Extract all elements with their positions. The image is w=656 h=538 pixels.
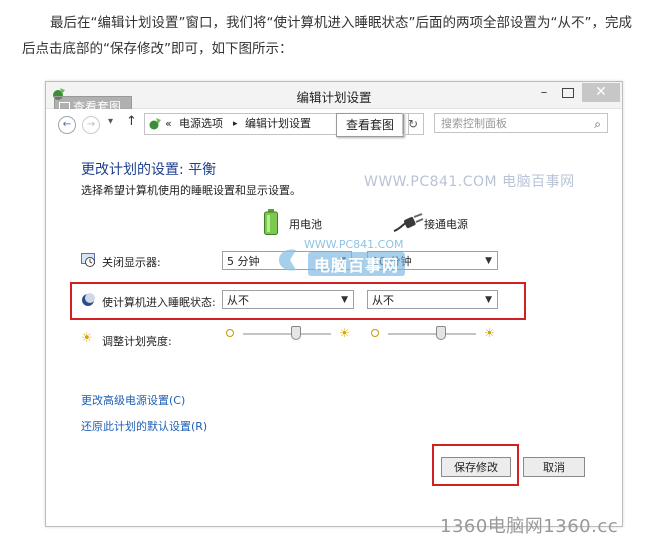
power-plug-icon	[393, 213, 424, 232]
chevron-down-icon: ▼	[485, 256, 492, 266]
search-icon: ⌕	[594, 117, 601, 131]
sleep-label: 使计算机进入睡眠状态:	[102, 296, 216, 309]
brightness-sun-icon: ☀	[81, 331, 93, 346]
brightness-high-icon: ☀	[339, 326, 350, 340]
display-battery-value: 5 分钟	[227, 255, 260, 268]
refresh-button[interactable]: ↻	[402, 113, 424, 135]
edit-plan-window: 编辑计划设置 – ✕ 查看套图 ← → ▾ ↑ « 电源选项 ▸ 编辑计划设置 …	[45, 81, 623, 527]
chevron-down-icon: ▼	[341, 295, 348, 305]
brand-logo-icon	[279, 249, 296, 271]
search-input[interactable]: 搜索控制面板 ⌕	[434, 113, 608, 133]
forward-button[interactable]: →	[82, 116, 100, 134]
brightness-low-icon	[226, 329, 234, 337]
cancel-button[interactable]: 取消	[523, 457, 585, 477]
page-title: 更改计划的设置: 平衡	[81, 162, 217, 178]
sleep-plugged-select[interactable]: 从不 ▼	[367, 290, 498, 309]
brightness-battery-track[interactable]	[243, 333, 331, 335]
brand-watermark-url: WWW.PC841.COM	[304, 238, 404, 251]
save-changes-button[interactable]: 保存修改	[441, 457, 511, 477]
sleep-plugged-value: 从不	[372, 294, 394, 307]
chevron-down-icon: ▼	[485, 295, 492, 305]
title-bar: 编辑计划设置 – ✕	[46, 82, 622, 109]
sleep-battery-value: 从不	[227, 294, 249, 307]
breadcrumb-chevrons: «	[165, 117, 172, 130]
recent-dropdown-icon[interactable]: ▾	[108, 116, 113, 127]
minimize-button[interactable]: –	[536, 85, 552, 101]
brightness-plugged-track[interactable]	[388, 333, 476, 335]
up-button[interactable]: ↑	[126, 114, 137, 129]
site-watermark: WWW.PC841.COM 电脑百事网	[364, 174, 575, 190]
sleep-battery-select[interactable]: 从不 ▼	[222, 290, 354, 309]
advanced-power-settings-link[interactable]: 更改高级电源设置(C)	[81, 392, 185, 408]
brightness-high-icon: ☀	[484, 326, 495, 340]
close-button[interactable]: ✕	[582, 83, 620, 102]
address-bar: ← → ▾ ↑ « 电源选项 ▸ 编辑计划设置 查看套图 ↻ 搜索控制面板 ⌕	[46, 109, 622, 139]
breadcrumb-separator: ▸	[233, 119, 238, 129]
search-placeholder: 搜索控制面板	[441, 117, 507, 130]
brightness-label: 调整计划亮度:	[102, 335, 172, 348]
brightness-plugged-slider[interactable]	[435, 326, 446, 340]
brightness-low-icon	[371, 329, 379, 337]
breadcrumb-power-options[interactable]: 电源选项	[179, 114, 223, 134]
footer-watermark: 1360电脑网1360.cc	[440, 516, 619, 537]
battery-icon	[264, 209, 278, 235]
view-gallery-tag[interactable]: 查看套图	[336, 113, 404, 137]
display-clock-icon	[81, 253, 95, 267]
brand-watermark-name: 电脑百事网	[308, 252, 406, 276]
column-header-plugged: 接通电源	[424, 218, 468, 231]
brightness-battery-slider[interactable]	[290, 326, 301, 340]
sleep-moon-icon	[82, 293, 95, 306]
back-button[interactable]: ←	[58, 116, 76, 134]
maximize-button[interactable]	[562, 88, 574, 98]
column-header-battery: 用电池	[289, 218, 322, 231]
breadcrumb-edit-plan[interactable]: 编辑计划设置	[245, 114, 311, 134]
display-off-label: 关闭显示器:	[102, 256, 161, 269]
page-subtitle: 选择希望计算机使用的睡眠设置和显示设置。	[81, 184, 301, 197]
article-intro: 最后在“编辑计划设置”窗口，我们将“使计算机进入睡眠状态”后面的两项全部设置为“…	[22, 15, 632, 57]
restore-defaults-link[interactable]: 还原此计划的默认设置(R)	[81, 418, 207, 434]
control-panel-icon	[149, 118, 161, 130]
